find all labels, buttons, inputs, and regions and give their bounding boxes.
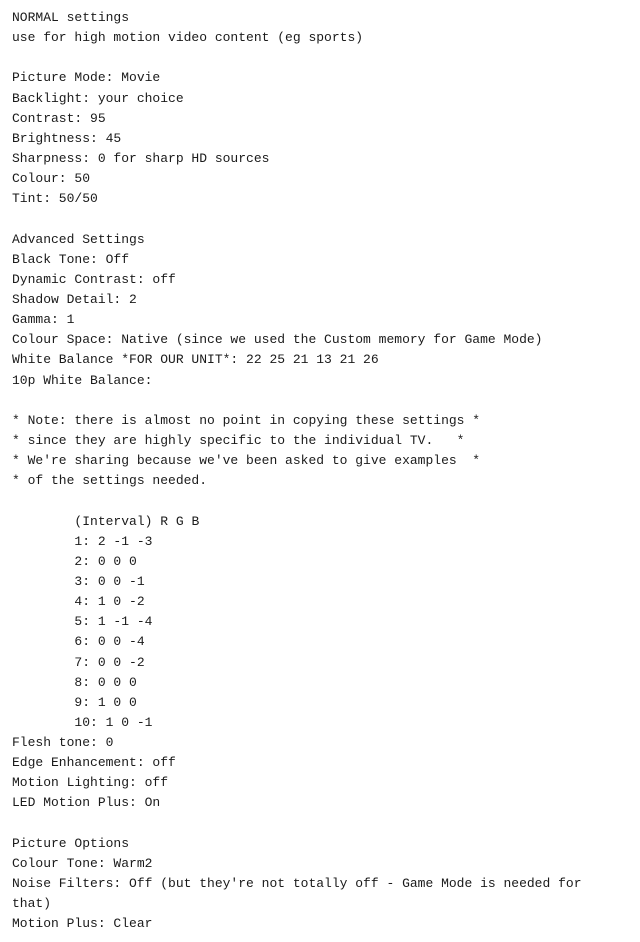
text-line: Contrast: 95	[12, 109, 628, 129]
text-line: Edge Enhancement: off	[12, 753, 628, 773]
text-line: 4: 1 0 -2	[12, 592, 628, 612]
text-line	[12, 491, 628, 511]
text-line: Advanced Settings	[12, 230, 628, 250]
text-line: 5: 1 -1 -4	[12, 612, 628, 632]
text-line	[12, 48, 628, 68]
main-content: NORMAL settingsuse for high motion video…	[0, 0, 640, 942]
text-line: Flesh tone: 0	[12, 733, 628, 753]
text-line: White Balance *FOR OUR UNIT*: 22 25 21 1…	[12, 350, 628, 370]
text-line: * We're sharing because we've been asked…	[12, 451, 628, 471]
text-line: 10p White Balance:	[12, 371, 628, 391]
text-line: use for high motion video content (eg sp…	[12, 28, 628, 48]
text-line: Backlight: your choice	[12, 89, 628, 109]
text-line: 9: 1 0 0	[12, 693, 628, 713]
text-line: 2: 0 0 0	[12, 552, 628, 572]
text-line: Colour Tone: Warm2	[12, 854, 628, 874]
text-line: Gamma: 1	[12, 310, 628, 330]
text-line: Brightness: 45	[12, 129, 628, 149]
text-line: * of the settings needed.	[12, 471, 628, 491]
text-line: * Note: there is almost no point in copy…	[12, 411, 628, 431]
text-line: 8: 0 0 0	[12, 673, 628, 693]
text-line: Dynamic Contrast: off	[12, 270, 628, 290]
text-line: Motion Lighting: off	[12, 773, 628, 793]
text-line: 6: 0 0 -4	[12, 632, 628, 652]
text-line: 3: 0 0 -1	[12, 572, 628, 592]
text-line	[12, 209, 628, 229]
text-line: 1: 2 -1 -3	[12, 532, 628, 552]
text-line: Picture Mode: Movie	[12, 68, 628, 88]
text-line: 7: 0 0 -2	[12, 653, 628, 673]
text-line: Colour: 50	[12, 169, 628, 189]
text-line: Colour Space: Native (since we used the …	[12, 330, 628, 350]
text-line: 10: 1 0 -1	[12, 713, 628, 733]
text-line	[12, 391, 628, 411]
text-line: Black Tone: Off	[12, 250, 628, 270]
text-line: Picture Options	[12, 834, 628, 854]
text-line: NORMAL settings	[12, 8, 628, 28]
text-line: * since they are highly specific to the …	[12, 431, 628, 451]
text-line: Motion Plus: Clear	[12, 914, 628, 934]
text-line: Shadow Detail: 2	[12, 290, 628, 310]
text-line: LED Motion Plus: On	[12, 793, 628, 813]
text-line: Sharpness: 0 for sharp HD sources	[12, 149, 628, 169]
text-line: Noise Filters: Off (but they're not tota…	[12, 874, 628, 914]
text-line	[12, 814, 628, 834]
text-line: (Interval) R G B	[12, 512, 628, 532]
text-line: Tint: 50/50	[12, 189, 628, 209]
